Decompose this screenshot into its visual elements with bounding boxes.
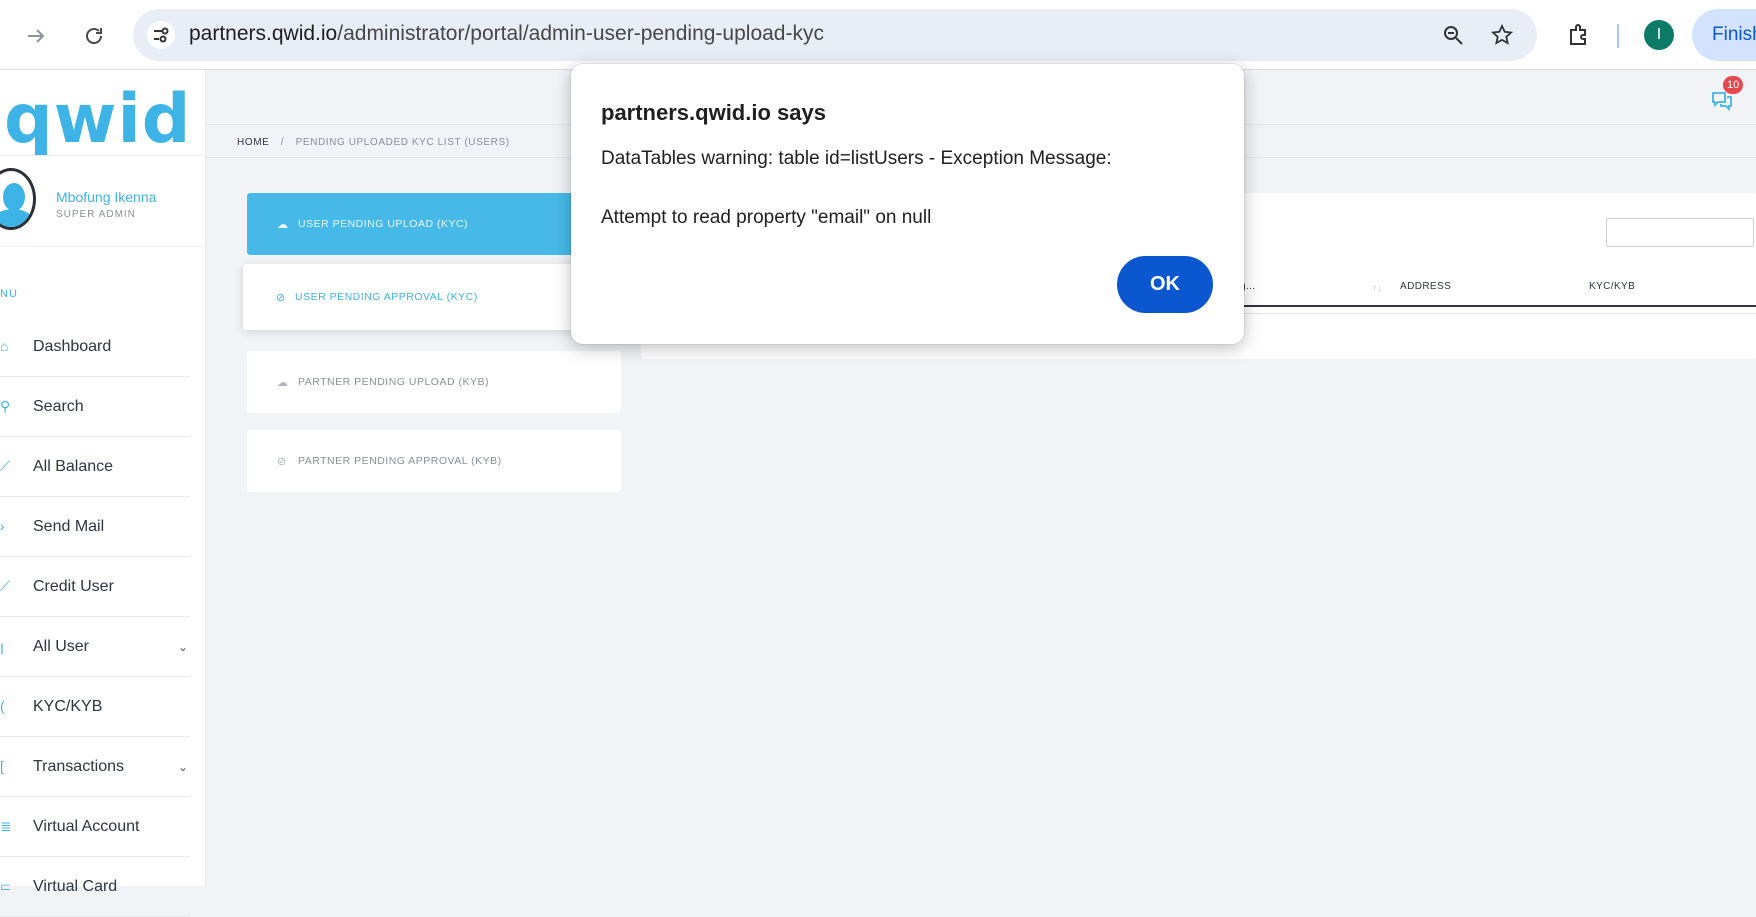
user-avatar[interactable] [0, 168, 36, 230]
forward-button[interactable] [16, 16, 56, 56]
sidebar-item-send-mail[interactable]: › Send Mail [0, 497, 190, 557]
arrow-right-icon [28, 29, 45, 43]
finish-update-button[interactable]: Finish [1692, 9, 1756, 61]
bank-icon: ≣ [0, 817, 10, 834]
extensions-icon[interactable] [1562, 18, 1596, 52]
sidebar-item-transactions[interactable]: [ Transactions ⌄ [0, 737, 190, 797]
table-header-address[interactable]: ADDRESS [1400, 281, 1451, 292]
sidebar-item-label: Virtual Account [33, 817, 140, 835]
tab-partner-pending-approval-kyb[interactable]: ⊘ PARTNER PENDING APPROVAL (KYB) [247, 430, 621, 492]
url-path: /administrator/portal/admin-user-pending… [337, 22, 824, 45]
dialog-message-line1: DataTables warning: table id=listUsers -… [601, 148, 1112, 169]
table-search-input[interactable] [1606, 218, 1754, 247]
menu-section-label: NU [0, 288, 18, 300]
app-logo[interactable]: qwid [4, 80, 191, 159]
tab-label: PARTNER PENDING UPLOAD (KYB) [298, 376, 489, 388]
sidebar-item-label: Transactions [33, 757, 124, 775]
notification-badge: 10 [1723, 76, 1744, 94]
link-icon: ⊘ [277, 455, 287, 468]
sort-icon[interactable]: ↑↓ [1372, 283, 1382, 294]
sidebar-item-credit-user[interactable]: ⟋ Credit User [0, 557, 190, 617]
tab-label: USER PENDING UPLOAD (KYC) [298, 218, 469, 230]
dialog-message-line2: Attempt to read property "email" on null [601, 207, 932, 228]
send-icon: › [0, 517, 5, 534]
sidebar-item-all-balance[interactable]: ⟋ All Balance [0, 437, 190, 497]
cloud-upload-icon: ☁ [277, 376, 288, 389]
tab-partner-pending-upload-kyb[interactable]: ☁ PARTNER PENDING UPLOAD (KYB) [247, 351, 621, 413]
search-icon: ⚲ [0, 397, 10, 414]
chevron-down-icon: ⌄ [177, 639, 188, 654]
dialog-title: partners.qwid.io says [601, 100, 826, 125]
sidebar-item-label: All Balance [33, 457, 114, 475]
card-icon: ▭ [0, 877, 10, 894]
sidebar-item-label: Send Mail [33, 517, 105, 535]
tab-user-pending-approval-kyc[interactable]: ⊘ USER PENDING APPROVAL (KYC) [243, 264, 623, 330]
breadcrumb-current: PENDING UPLOADED KYC LIST (USERS) [295, 137, 510, 148]
sidebar-item-label: Dashboard [33, 337, 112, 355]
user-name[interactable]: Mbofung Ikenna [56, 189, 156, 205]
ok-button[interactable]: OK [1117, 256, 1213, 313]
reload-icon [86, 28, 102, 44]
tab-label: PARTNER PENDING APPROVAL (KYB) [298, 455, 502, 467]
bookmark-star-icon[interactable] [1487, 20, 1517, 50]
sidebar-item-label: Virtual Card [33, 877, 118, 895]
breadcrumb-separator: / [280, 137, 285, 148]
site-settings-icon[interactable] [147, 21, 175, 49]
users-icon: ꞁ [0, 637, 4, 654]
sidebar-item-virtual-card[interactable]: ▭ Virtual Card [0, 857, 190, 917]
id-card-icon: ( [0, 697, 5, 714]
home-icon: ⌂ [0, 337, 9, 354]
transactions-icon: [ [0, 757, 4, 774]
sidebar-item-label: Credit User [33, 577, 114, 595]
url-text: partners.qwid.io/administrator/portal/ad… [189, 22, 824, 46]
sidebar-item-label: Search [33, 397, 84, 415]
sidebar-item-kyc-kyb[interactable]: ( KYC/KYB [0, 677, 190, 737]
credit-icon: ⟋ [0, 577, 10, 594]
sidebar-item-all-user[interactable]: ꞁ All User ⌄ [0, 617, 190, 677]
table-header-kyc-kyb[interactable]: KYC/KYB [1589, 281, 1635, 292]
alert-dialog: partners.qwid.io says DataTables warning… [571, 64, 1244, 344]
breadcrumb: HOME / PENDING UPLOADED KYC LIST (USERS) [237, 137, 510, 148]
link-icon: ⊘ [276, 291, 286, 304]
toolbar-divider [1617, 24, 1619, 48]
tab-label: USER PENDING APPROVAL (KYC) [295, 291, 478, 303]
sidebar-item-label: All User [33, 637, 90, 655]
sidebar-menu: ⌂ Dashboard ⚲ Search ⟋ All Balance › Sen… [0, 317, 190, 917]
cloud-upload-icon: ☁ [277, 218, 288, 231]
zoom-icon[interactable] [1438, 20, 1468, 50]
browser-toolbar: partners.qwid.io/administrator/portal/ad… [0, 0, 1756, 70]
sidebar-item-dashboard[interactable]: ⌂ Dashboard [0, 317, 190, 377]
user-role: SUPER ADMIN [56, 209, 136, 220]
sidebar-item-virtual-account[interactable]: ≣ Virtual Account [0, 797, 190, 857]
reload-button[interactable] [74, 16, 114, 56]
address-bar[interactable]: partners.qwid.io/administrator/portal/ad… [133, 9, 1537, 61]
tab-user-pending-upload-kyc[interactable]: ☁ USER PENDING UPLOAD (KYC) [247, 193, 621, 255]
sidebar-item-search[interactable]: ⚲ Search [0, 377, 190, 437]
breadcrumb-home[interactable]: HOME [237, 137, 269, 148]
balance-icon: ⟋ [0, 457, 10, 474]
profile-avatar[interactable]: I [1644, 20, 1674, 50]
url-host: partners.qwid.io [189, 22, 338, 45]
sidebar-item-label: KYC/KYB [33, 697, 103, 715]
chevron-down-icon: ⌄ [177, 759, 188, 774]
